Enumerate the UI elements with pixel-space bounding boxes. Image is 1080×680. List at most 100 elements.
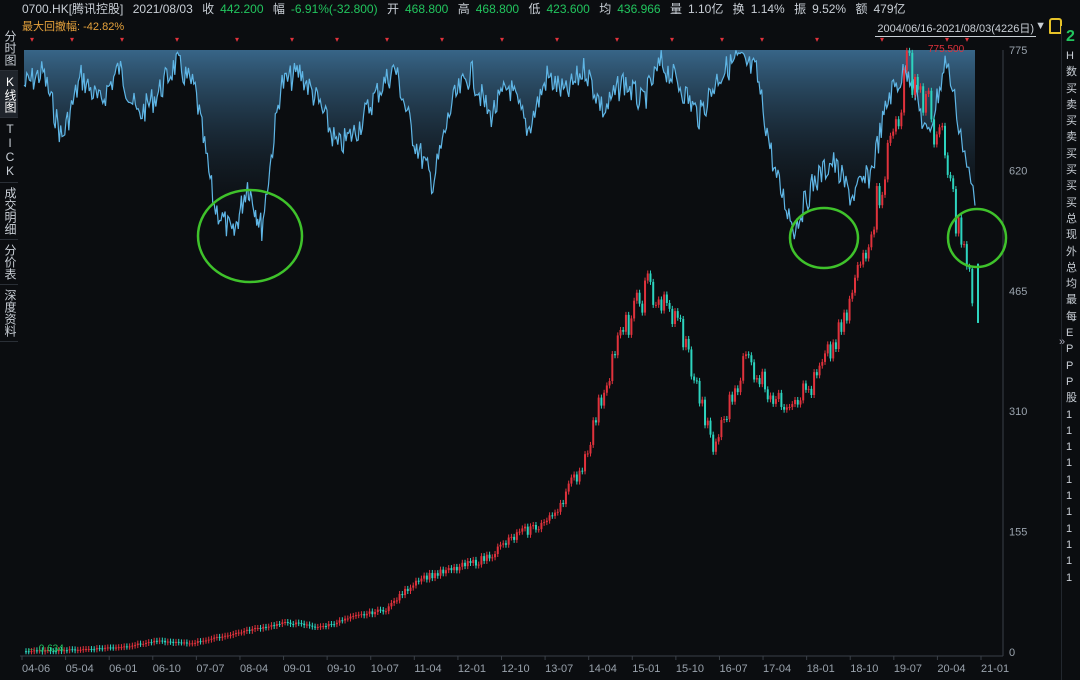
price-candle-body [368, 611, 371, 614]
price-candle-body [308, 624, 311, 626]
price-candle-body [764, 371, 767, 390]
y-tick-label: 620 [1009, 165, 1027, 177]
price-candle-body [824, 353, 827, 362]
event-marker: ▾ [555, 35, 559, 44]
x-tick-label: 12-01 [458, 663, 486, 675]
price-candle-body [589, 444, 592, 454]
price-candle-body [365, 613, 368, 616]
x-tick-label: 07-07 [196, 663, 224, 675]
price-candle-body [684, 338, 687, 348]
price-candle-body [794, 399, 797, 405]
price-candle-body [305, 624, 308, 626]
price-candle-body [144, 642, 147, 644]
price-candle-body [933, 119, 936, 145]
price-candle-body [248, 629, 251, 631]
price-candle-body [275, 623, 278, 627]
price-candle-body [395, 600, 398, 602]
price-candle-body [477, 564, 480, 566]
drawdown-fill [24, 50, 975, 241]
price-candle-body [352, 615, 355, 617]
price-candle-body [499, 544, 502, 547]
price-candle-body [540, 522, 543, 530]
price-candle-body [886, 142, 889, 180]
price-candle-body [387, 606, 390, 612]
price-candle-body [256, 627, 259, 629]
price-candle-body [706, 420, 709, 426]
price-candle-body [349, 616, 352, 619]
price-candle-body [586, 453, 589, 455]
price-candle-body [123, 646, 126, 648]
y-tick-label: 310 [1009, 406, 1027, 418]
price-candle-body [608, 381, 611, 386]
price-candle-body [952, 178, 955, 190]
price-candle-body [889, 135, 892, 143]
price-candle-body [944, 125, 947, 156]
price-candle-body [892, 131, 895, 136]
price-candle-body [199, 641, 202, 643]
price-candle-body [654, 304, 657, 306]
price-candle-body [720, 420, 723, 438]
price-candle-body [491, 557, 494, 559]
price-candle-body [423, 575, 426, 579]
x-tick-label: 21-01 [981, 663, 1009, 675]
price-candle-body [570, 477, 573, 484]
price-candle-body [390, 602, 393, 607]
price-candle-body [507, 537, 510, 545]
price-candle-body [916, 76, 919, 90]
price-candle-body [663, 294, 666, 311]
price-candle-body [592, 420, 595, 445]
kline-chart[interactable]: 775.500 ← 0.634 ▾ ▾ ▾ ▾ ▾ ▾ ▾ ▾ ▾ ▾ ▾ ▾ ▾ ▾ ▾ ▾ ▾ ▾ ▾ 0 155 3… [0, 0, 1080, 680]
price-candle-body [273, 625, 276, 627]
price-candle-body [903, 70, 906, 113]
price-candle-body [221, 636, 224, 638]
price-candle-body [758, 378, 761, 385]
price-candle-body [873, 229, 876, 235]
price-candle-body [346, 618, 349, 620]
price-candle-body [843, 312, 846, 332]
price-candle-body [515, 532, 518, 540]
price-candle-body [474, 559, 477, 566]
price-candle-body [447, 568, 450, 571]
price-candle-body [766, 389, 769, 400]
price-candle-body [594, 420, 597, 423]
highlight-circle [196, 188, 304, 284]
price-candle-body [106, 647, 109, 649]
price-candle-body [177, 641, 180, 643]
price-candle-body [150, 642, 153, 644]
price-candle-body [687, 338, 690, 350]
y-tick-label: 775 [1009, 45, 1027, 57]
price-candle-body [679, 317, 682, 319]
x-tick-label: 16-07 [719, 663, 747, 675]
price-candle-body [854, 277, 857, 293]
price-candle-body [254, 628, 257, 630]
price-candle-body [813, 372, 816, 396]
price-candle-body [357, 614, 360, 616]
price-candle-body [131, 645, 134, 647]
price-candle-body [935, 134, 938, 145]
event-marker: ▾ [670, 35, 674, 44]
price-candle-body [153, 640, 156, 643]
price-candle-body [371, 611, 374, 615]
price-candle-body [376, 609, 379, 613]
price-candle-body [785, 407, 788, 410]
min-price-label: ← 0.634 [26, 644, 64, 655]
price-candle-body [690, 349, 693, 377]
price-candle-body [780, 392, 783, 407]
price-candle-body [963, 244, 966, 246]
price-candle-body [554, 512, 557, 516]
price-candle-body [183, 642, 186, 644]
price-candle-body [202, 640, 205, 642]
price-candle-body [630, 318, 633, 335]
price-candle-body [494, 554, 497, 558]
event-marker: ▾ [440, 35, 444, 44]
x-tick-label: 09-01 [284, 663, 312, 675]
price-candle-body [297, 622, 300, 624]
price-candle-body [444, 570, 447, 574]
price-candle-body [652, 281, 655, 305]
x-tick-label: 10-07 [371, 663, 399, 675]
price-candle-body [450, 568, 453, 571]
price-candle-body [731, 394, 734, 402]
price-candle-body [851, 292, 854, 299]
price-candle-body [142, 643, 145, 645]
price-candle-body [660, 299, 663, 311]
